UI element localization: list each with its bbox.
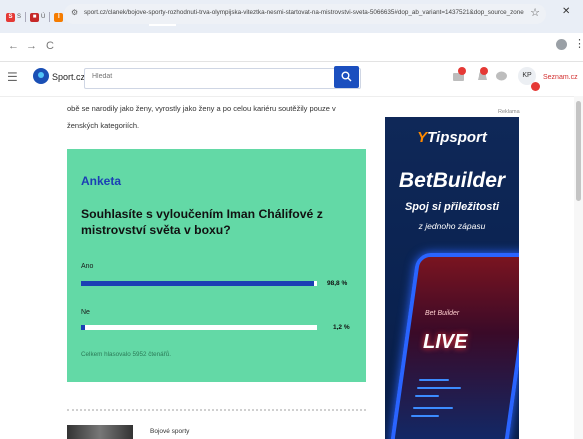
close-window-button[interactable]: ✕ (562, 6, 570, 17)
ad-line-2: z jednoho zápasu (418, 221, 486, 231)
ad-brand-mark: Y (417, 129, 428, 146)
chat-icon[interactable] (495, 70, 508, 83)
tab-favicon-icon: ■ (30, 12, 40, 22)
ad-label: Reklama (498, 109, 520, 115)
avatar-badge (531, 82, 540, 91)
site-info-icon[interactable]: ⚙ (71, 8, 78, 17)
seznam-link[interactable]: Seznam.cz (543, 74, 578, 81)
poll-option-fill (81, 325, 85, 330)
tipsport-ad[interactable]: YTipsport BetBuilder Spoj si přiležitost… (385, 117, 519, 439)
ad-brand-text: Tipsport (427, 129, 487, 146)
browser-profile-avatar[interactable] (556, 39, 567, 50)
mail-icon[interactable] (452, 67, 466, 83)
tab-label: Ú (41, 14, 46, 20)
back-button[interactable]: ← (8, 40, 19, 52)
tab-label: S (17, 14, 22, 20)
browser-menu-icon[interactable]: ⋮ (574, 37, 583, 50)
ad-screen-live-text: LIVE (423, 331, 468, 353)
browser-toolbar (0, 33, 583, 62)
dotted-divider (67, 409, 366, 411)
tab-separator (49, 12, 51, 22)
bell-badge (480, 67, 488, 75)
bookmark-star-icon[interactable]: ☆ (530, 6, 540, 19)
ad-line-1: Spoj si přiležitosti (404, 201, 500, 213)
ad-brand: YTipsport (385, 129, 519, 146)
article-paragraph: obě se narodily jako ženy, vyrostly jako… (67, 104, 336, 130)
poll-votes-count: Celkem hlasovalo 5952 čtenářů. (81, 351, 171, 358)
poll-question: Souhlasíte s vyloučením Iman Chálifové z… (81, 207, 323, 237)
site-logo-text[interactable]: Sport.cz (52, 72, 85, 82)
poll-option-fill (81, 281, 315, 286)
forward-button[interactable]: → (26, 40, 37, 52)
browser-tab[interactable]: ■ Ú (28, 8, 47, 26)
url-text[interactable]: sport.cz/clanek/bojove-sporty-rozhodnuti… (84, 9, 524, 16)
teaser-category[interactable]: Bojové sporty (150, 428, 189, 435)
hamburger-menu-icon[interactable]: ☰ (7, 70, 18, 84)
poll-option-bar[interactable] (81, 281, 317, 286)
poll-option-label[interactable]: Ano (81, 263, 93, 270)
tab-favicon-icon: Í (54, 12, 64, 22)
teaser-thumbnail[interactable] (67, 425, 133, 439)
poll-option-percent: 1,2 % (333, 324, 350, 331)
scrollbar-thumb[interactable] (576, 101, 581, 201)
reload-button[interactable]: C (46, 40, 54, 52)
browser-tab[interactable]: SS (4, 8, 23, 26)
bell-icon[interactable] (476, 67, 489, 83)
tab-separator (25, 12, 27, 22)
ad-screen-small-text: Bet Builder (425, 310, 460, 317)
poll-title: Anketa (81, 174, 122, 188)
poll-option-percent: 98,8 % (327, 280, 348, 287)
search-button[interactable] (334, 66, 359, 88)
poll-option-label[interactable]: Ne (81, 309, 90, 316)
search-box (84, 68, 361, 89)
address-bar[interactable]: ⚙ sport.cz/clanek/bojove-sporty-rozhodnu… (64, 4, 546, 24)
search-input[interactable] (90, 72, 334, 81)
tab-favicon-icon: S (6, 12, 15, 22)
mail-badge (458, 67, 466, 75)
poll-option-bar[interactable] (81, 325, 317, 330)
sport-logo-icon[interactable] (33, 68, 49, 84)
search-icon (341, 71, 352, 82)
ad-headline: BetBuilder (398, 169, 506, 192)
